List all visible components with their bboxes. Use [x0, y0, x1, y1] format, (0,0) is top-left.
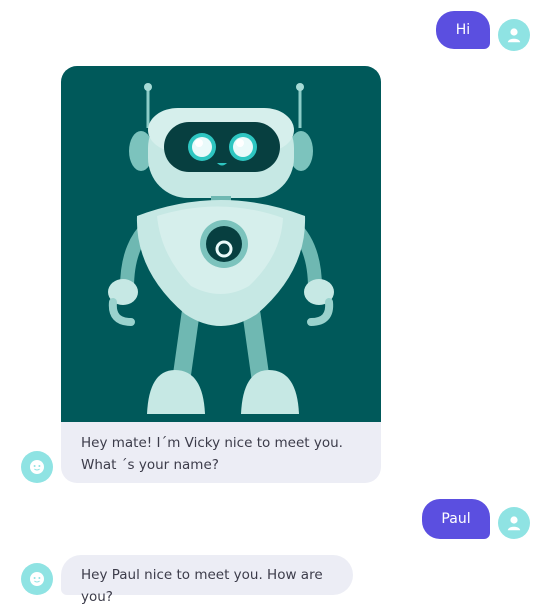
- user-icon: [507, 516, 521, 531]
- user-avatar: [498, 507, 530, 539]
- user-icon: [507, 28, 521, 43]
- bot-card-text: Hey mate! I´m Vicky nice to meet you. Wh…: [81, 435, 343, 473]
- user-avatar: [498, 19, 530, 51]
- bot-face-icon: [30, 572, 44, 586]
- bot-message-bubble: Hey Paul nice to meet you. How are you?: [61, 555, 353, 605]
- bot-face-icon: [30, 460, 44, 474]
- bot-avatar: [21, 563, 53, 595]
- bot-avatar: [21, 451, 53, 483]
- bot-message-text: Hey Paul nice to meet you. How are you?: [81, 567, 323, 605]
- user-message-text: Hi: [455, 22, 471, 38]
- user-message-text: Paul: [441, 511, 471, 527]
- chat-window: Hi Hey mate! I´m Vicky nice to meet you.…: [0, 0, 550, 616]
- bot-card-message: Hey mate! I´m Vicky nice to meet you. Wh…: [61, 66, 381, 483]
- robot-illustration: [61, 66, 381, 422]
- user-message-bubble: Hi: [436, 11, 490, 49]
- user-message-bubble: Paul: [422, 499, 490, 539]
